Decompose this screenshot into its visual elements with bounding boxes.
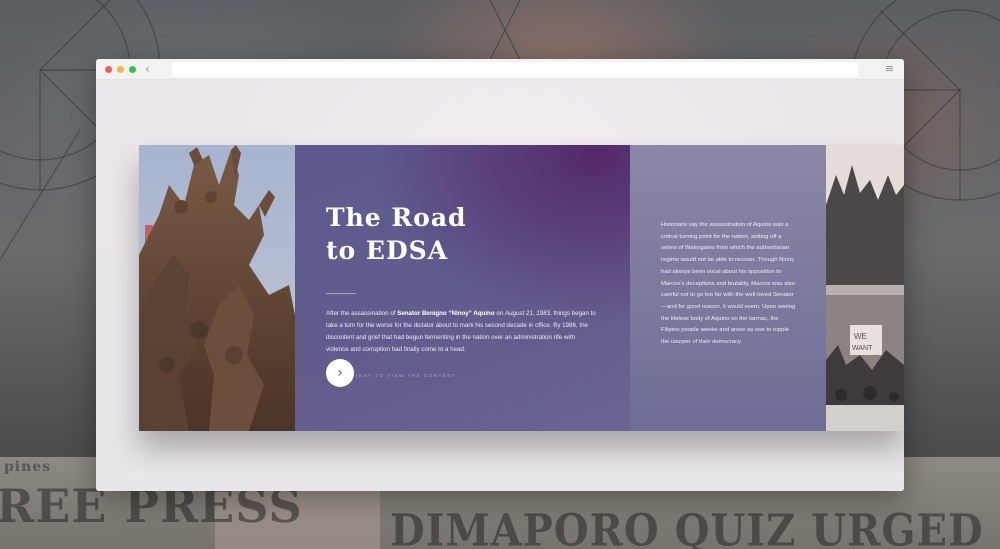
browser-chrome: ‹ ≡ — [96, 59, 904, 80]
intro-paragraph: After the assassination of Senator Benig… — [326, 308, 596, 356]
protest-crowd-photo: WE WANT — [826, 145, 904, 431]
edsa-monument-photo — [139, 145, 295, 431]
story-slider[interactable]: The Road to EDSA After the assassination… — [139, 145, 904, 431]
protest-sign-text-2: WANT — [852, 345, 873, 352]
protest-sign-text: WE — [854, 332, 867, 341]
newspaper-headline: DIMAPORO QUIZ URGED — [390, 504, 984, 549]
swipe-hint: SWIPE RIGHT TO VIEW THE CONTENT — [326, 373, 457, 378]
newspaper-small-text: pines — [4, 459, 52, 475]
intro-text-on: on — [494, 310, 505, 317]
monument-statues-illustration — [139, 145, 295, 431]
page-viewport: The Road to EDSA After the assassination… — [96, 80, 904, 491]
minimize-window-button[interactable] — [117, 66, 124, 73]
close-window-button[interactable] — [105, 66, 112, 73]
title-panel: The Road to EDSA After the assassination… — [295, 145, 630, 431]
chevron-right-icon: › — [337, 365, 343, 381]
chevron-left-icon[interactable]: ‹ — [145, 62, 150, 76]
address-bar[interactable] — [172, 62, 858, 77]
intro-date: August 21, 1983 — [504, 310, 551, 317]
intro-text-start: After the assassination of — [326, 310, 398, 317]
hamburger-menu-icon[interactable]: ≡ — [885, 62, 894, 75]
title-divider — [326, 293, 356, 294]
protest-crowd-illustration: WE WANT — [826, 145, 904, 431]
maximize-window-button[interactable] — [129, 66, 136, 73]
slide-title: The Road to EDSA — [326, 203, 467, 265]
context-paragraph: Historians say the assassination of Aqui… — [661, 222, 796, 346]
next-slide-button[interactable]: › — [326, 359, 354, 387]
browser-window: ‹ ≡ The Road to EDSA After the assassina… — [96, 59, 904, 491]
context-panel: Historians say the assassination of Aqui… — [630, 145, 826, 431]
intro-senator-name: Senator Benigno “Ninoy” Aquino — [397, 310, 495, 317]
